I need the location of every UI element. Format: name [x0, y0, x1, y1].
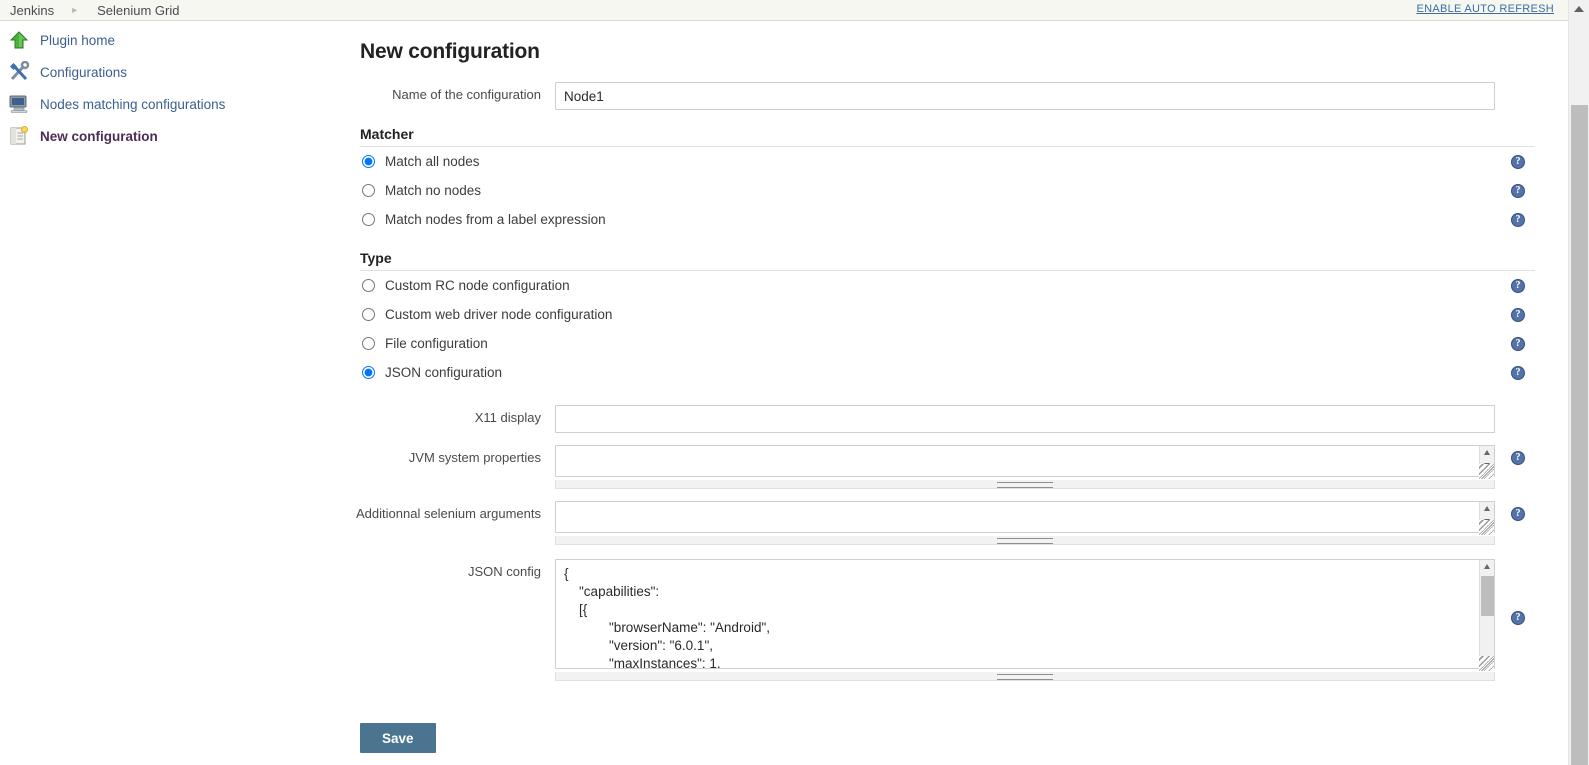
help-icon[interactable]: ?	[1511, 183, 1525, 198]
matcher-radio-match-all-nodes[interactable]	[362, 155, 375, 168]
matcher-radio-match-label-expression[interactable]	[362, 213, 375, 226]
type-option-custom-web-driver-node[interactable]: Custom web driver node configuration ?	[340, 300, 1555, 329]
type-radio-json-configuration[interactable]	[362, 366, 375, 379]
sidebar: Plugin home Configurations Nodes matchin…	[0, 24, 340, 152]
scroll-up-arrow-icon[interactable]	[1480, 446, 1495, 459]
tools-icon	[8, 60, 30, 83]
computer-icon	[8, 93, 30, 115]
save-button[interactable]: Save	[360, 723, 436, 753]
help-icon[interactable]: ?	[1511, 336, 1525, 351]
help-icon[interactable]: ?	[1511, 307, 1525, 322]
type-option-custom-rc-node[interactable]: Custom RC node configuration ?	[340, 271, 1555, 300]
matcher-heading: Matcher	[360, 126, 414, 142]
x11-display-label: X11 display	[474, 410, 541, 425]
selenium-arguments-label: Additionnal selenium arguments	[356, 506, 541, 521]
help-icon[interactable]: ?	[1511, 365, 1525, 380]
type-option-label[interactable]: Custom RC node configuration	[385, 278, 570, 293]
sidebar-item-new-configuration[interactable]: New configuration	[0, 120, 340, 152]
jvm-textarea-resize-grip[interactable]	[1479, 464, 1494, 479]
name-of-configuration-input[interactable]	[555, 82, 1495, 110]
help-icon[interactable]: ?	[1511, 611, 1525, 625]
scroll-up-arrow-icon[interactable]	[1480, 560, 1495, 573]
matcher-option-label[interactable]: Match all nodes	[385, 154, 480, 169]
matcher-option-label[interactable]: Match no nodes	[385, 183, 481, 198]
json-config-row: JSON config ?	[340, 559, 1555, 681]
sidebar-item-label: Plugin home	[40, 32, 116, 48]
help-icon[interactable]: ?	[1511, 154, 1525, 169]
x11-display-row: X11 display	[340, 405, 1555, 433]
x11-display-input[interactable]	[555, 405, 1495, 433]
type-option-label[interactable]: Custom web driver node configuration	[385, 307, 612, 322]
help-icon[interactable]: ?	[1511, 278, 1525, 293]
breadcrumb-item-selenium-grid[interactable]: Selenium Grid	[93, 3, 183, 18]
json-config-label: JSON config	[468, 564, 541, 579]
json-config-drag-bar[interactable]	[555, 672, 1495, 681]
selenium-arguments-row: Additionnal selenium arguments ?	[340, 501, 1555, 545]
help-icon[interactable]: ?	[1511, 451, 1525, 465]
type-radio-custom-web-driver-node[interactable]	[362, 308, 375, 321]
breadcrumb-item-jenkins[interactable]: Jenkins	[6, 3, 58, 18]
page-scroll-up-arrow-icon[interactable]	[1574, 6, 1584, 12]
breadcrumb-separator-icon: ▸	[72, 4, 78, 16]
main-content: New configuration Name of the configurat…	[340, 24, 1555, 753]
sidebar-item-nodes-matching-configurations[interactable]: Nodes matching configurations	[0, 88, 340, 120]
sidebar-item-label: New configuration	[40, 128, 158, 144]
jvm-textarea-drag-bar[interactable]	[555, 480, 1495, 489]
page-scrollbar[interactable]	[1568, 0, 1589, 765]
selenium-arguments-textarea[interactable]	[555, 501, 1495, 533]
sidebar-item-configurations[interactable]: Configurations	[0, 56, 340, 88]
json-config-scrollbar[interactable]	[1479, 560, 1494, 668]
breadcrumb: Jenkins ▸ Selenium Grid ENABLE AUTO REFR…	[0, 0, 1568, 21]
type-option-label[interactable]: JSON configuration	[385, 365, 502, 380]
help-icon[interactable]: ?	[1511, 212, 1525, 227]
matcher-radio-match-no-nodes[interactable]	[362, 184, 375, 197]
type-option-file-configuration[interactable]: File configuration ?	[340, 329, 1555, 358]
type-option-label[interactable]: File configuration	[385, 336, 488, 351]
type-option-json-configuration[interactable]: JSON configuration ?	[340, 358, 1555, 387]
type-heading: Type	[360, 250, 392, 266]
json-config-resize-grip[interactable]	[1479, 656, 1494, 671]
name-of-configuration-row: Name of the configuration	[340, 82, 1555, 110]
matcher-option-label[interactable]: Match nodes from a label expression	[385, 212, 606, 227]
sidebar-item-label: Configurations	[40, 64, 128, 80]
name-of-configuration-label: Name of the configuration	[392, 87, 541, 102]
json-config-textarea[interactable]	[555, 559, 1495, 669]
enable-auto-refresh-link[interactable]: ENABLE AUTO REFRESH	[1416, 3, 1554, 15]
help-icon[interactable]: ?	[1511, 507, 1525, 521]
page-title: New configuration	[360, 40, 540, 63]
green-up-arrow-icon	[8, 29, 30, 51]
selenium-arguments-drag-bar[interactable]	[555, 536, 1495, 545]
matcher-option-match-all-nodes[interactable]: Match all nodes ?	[340, 147, 1555, 176]
matcher-option-match-label-expression[interactable]: Match nodes from a label expression ?	[340, 205, 1555, 234]
jvm-system-properties-label: JVM system properties	[408, 450, 541, 465]
jvm-system-properties-textarea[interactable]	[555, 445, 1495, 477]
selenium-arguments-resize-grip[interactable]	[1479, 520, 1494, 535]
new-document-icon	[8, 125, 30, 147]
matcher-option-match-no-nodes[interactable]: Match no nodes ?	[340, 176, 1555, 205]
type-radio-custom-rc-node[interactable]	[362, 279, 375, 292]
sidebar-item-label: Nodes matching configurations	[40, 96, 226, 112]
json-config-scroll-thumb[interactable]	[1481, 576, 1494, 616]
form-actions: Save	[360, 723, 1555, 753]
page-scroll-thumb[interactable]	[1571, 105, 1588, 765]
sidebar-item-plugin-home[interactable]: Plugin home	[0, 24, 340, 56]
type-radio-file-configuration[interactable]	[362, 337, 375, 350]
scroll-up-arrow-icon[interactable]	[1480, 502, 1495, 515]
jvm-system-properties-row: JVM system properties ?	[340, 445, 1555, 489]
